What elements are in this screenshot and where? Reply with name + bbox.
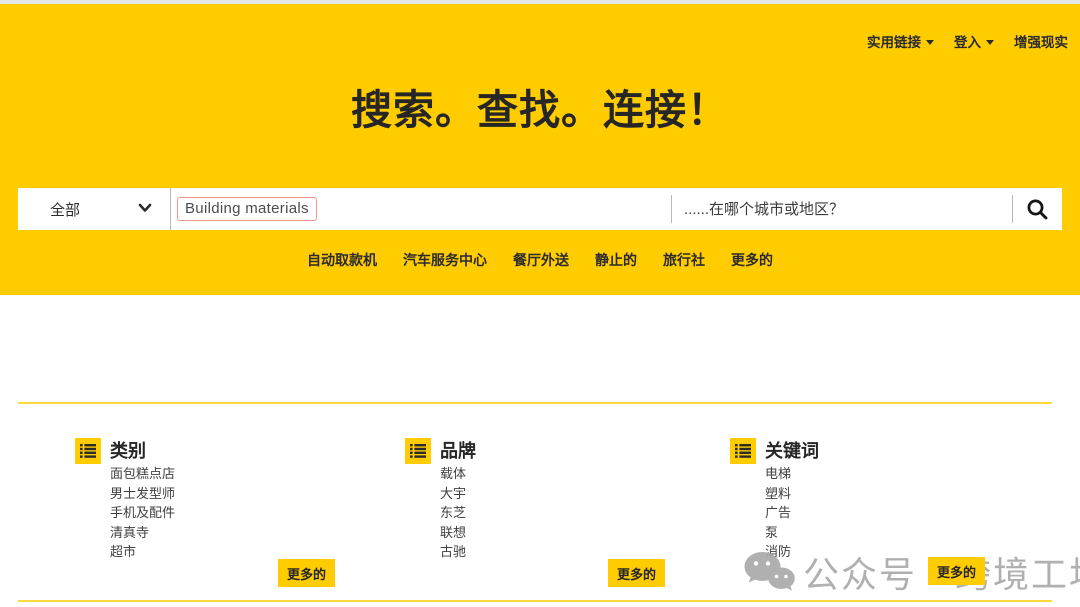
more-brands-button[interactable]: 更多的 [608, 559, 665, 587]
section-keywords: 关键词 电梯 塑料 广告 泵 消防 更多的 [730, 436, 990, 592]
more-categories-button[interactable]: 更多的 [278, 559, 335, 587]
list-item[interactable]: 电梯 [765, 464, 791, 484]
quick-links-row: 自动取款机 汽车服务中心 餐厅外送 静止的 旅行社 更多的 [0, 250, 1080, 270]
list-item[interactable]: 联想 [440, 523, 466, 543]
list-item[interactable]: 塑料 [765, 484, 791, 504]
section-categories: 类别 面包糕点店 男士发型师 手机及配件 清真寺 超市 更多的 [75, 436, 335, 592]
category-selected-value: 全部 [50, 199, 80, 220]
top-nav: 实用链接 登入 增强现实 [867, 31, 1068, 51]
quick-link-atm[interactable]: 自动取款机 [307, 250, 377, 270]
list-item[interactable]: 东芝 [440, 503, 466, 523]
footer-divider [18, 600, 1052, 602]
caret-down-icon [986, 40, 994, 45]
location-input[interactable] [672, 201, 1012, 218]
quick-link-more[interactable]: 更多的 [731, 250, 773, 270]
list-item[interactable]: 男士发型师 [110, 484, 175, 504]
list-item[interactable]: 超市 [110, 542, 175, 562]
location-field-zone [672, 188, 1012, 230]
list-item[interactable]: 面包糕点店 [110, 464, 175, 484]
quick-link-auto-service[interactable]: 汽车服务中心 [403, 250, 487, 270]
search-query-input[interactable]: Building materials [171, 188, 671, 230]
list-item[interactable]: 手机及配件 [110, 503, 175, 523]
list-icon [405, 438, 431, 464]
quick-link-travel-agency[interactable]: 旅行社 [663, 250, 705, 270]
quick-link-static[interactable]: 静止的 [595, 250, 637, 270]
section-title-keywords: 关键词 [765, 438, 819, 464]
list-item[interactable]: 大宇 [440, 484, 466, 504]
brands-list: 载体 大宇 东芝 联想 古驰 [440, 464, 466, 562]
caret-down-icon [926, 40, 934, 45]
search-bar: 全部 Building materials [18, 188, 1062, 230]
section-title-categories: 类别 [110, 438, 146, 464]
more-keywords-button[interactable]: 更多的 [928, 557, 985, 585]
list-item[interactable]: 清真寺 [110, 523, 175, 543]
quick-link-restaurant-delivery[interactable]: 餐厅外送 [513, 250, 569, 270]
list-item[interactable]: 广告 [765, 503, 791, 523]
list-item[interactable]: 古驰 [440, 542, 466, 562]
nav-ar-label: 增强现实 [1014, 31, 1068, 51]
chevron-down-icon [138, 203, 152, 213]
category-select[interactable]: 全部 [18, 188, 170, 230]
nav-augmented-reality[interactable]: 增强现实 [1014, 31, 1068, 51]
search-button[interactable] [1013, 188, 1062, 230]
list-item[interactable]: 泵 [765, 523, 791, 543]
nav-useful-links[interactable]: 实用链接 [867, 31, 934, 51]
search-icon [1026, 198, 1049, 221]
categories-list: 面包糕点店 男士发型师 手机及配件 清真寺 超市 [110, 464, 175, 562]
list-item[interactable]: 消防 [765, 542, 791, 562]
section-divider [18, 402, 1052, 404]
page-title: 搜索。查找。连接！ [0, 76, 1080, 136]
keywords-list: 电梯 塑料 广告 泵 消防 [765, 464, 791, 562]
list-item[interactable]: 载体 [440, 464, 466, 484]
nav-login[interactable]: 登入 [954, 31, 994, 51]
nav-login-label: 登入 [954, 31, 981, 51]
nav-useful-links-label: 实用链接 [867, 31, 921, 51]
list-icon [75, 438, 101, 464]
section-title-brands: 品牌 [440, 438, 476, 464]
search-query-value: Building materials [177, 197, 317, 221]
list-icon [730, 438, 756, 464]
hero-banner: 实用链接 登入 增强现实 搜索。查找。连接！ 全部 Building mater… [0, 4, 1080, 295]
section-brands: 品牌 载体 大宇 东芝 联想 古驰 更多的 [405, 436, 665, 592]
